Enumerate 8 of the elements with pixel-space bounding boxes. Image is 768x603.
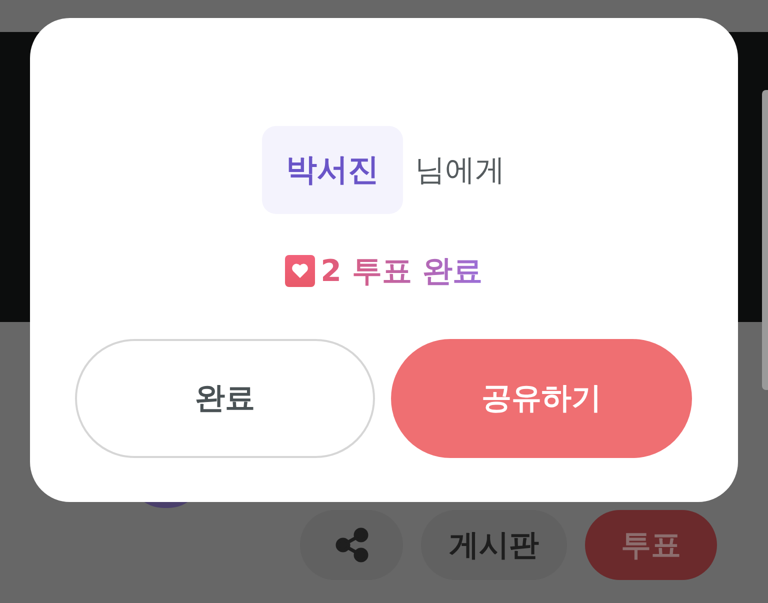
vote-button[interactable]: 투표 [585, 510, 717, 580]
recipient-name: 박서진 [262, 126, 403, 214]
heart-card-icon [284, 255, 315, 287]
share-button[interactable]: 공유하기 [391, 339, 692, 458]
done-button[interactable]: 완료 [75, 339, 375, 458]
board-button[interactable]: 게시판 [421, 510, 567, 580]
share-icon [334, 527, 370, 563]
recipient-suffix: 님에게 [415, 152, 505, 190]
